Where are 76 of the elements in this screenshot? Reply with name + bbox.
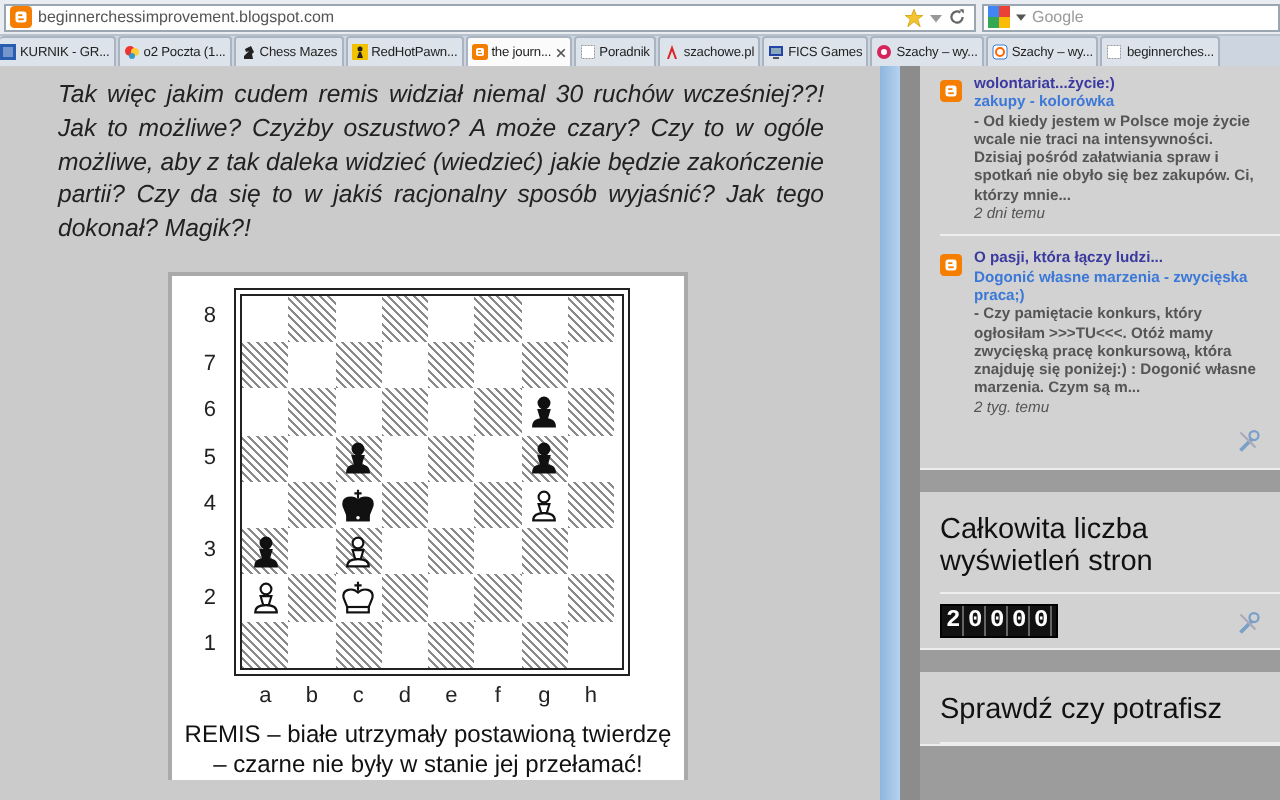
file-label: b — [303, 683, 320, 708]
hatched-square — [288, 388, 335, 436]
rank-label: 4 — [201, 489, 218, 520]
caret-icon[interactable] — [1016, 12, 1026, 22]
hatched-square — [288, 481, 335, 529]
close-icon[interactable] — [555, 47, 566, 57]
circle-icon — [876, 44, 893, 60]
reload-icon[interactable] — [948, 8, 966, 26]
hatched-square — [474, 388, 521, 436]
star-icon[interactable] — [904, 7, 924, 27]
hatched-square — [288, 574, 335, 622]
file-label: h — [582, 683, 599, 708]
hatched-square — [242, 621, 289, 668]
hatched-square — [567, 481, 614, 529]
hatched-square — [428, 342, 475, 389]
address-bar[interactable]: beginnerchessimprovement.blogspot.com — [4, 3, 976, 31]
hatched-square — [428, 528, 475, 575]
hatched-square — [381, 388, 428, 436]
hatched-square — [242, 435, 289, 482]
hatched-square — [288, 295, 335, 343]
file-label: g — [536, 683, 553, 708]
hatched-square — [567, 295, 614, 343]
blogger-icon — [10, 6, 32, 28]
king-icon — [338, 580, 379, 617]
dropdown-icon[interactable] — [930, 11, 942, 23]
hatched-square — [474, 574, 521, 622]
hatched-square — [567, 574, 614, 622]
page-icon — [579, 44, 596, 60]
blogger-icon — [471, 44, 488, 60]
hatched-square — [428, 435, 475, 482]
rank-label: 2 — [201, 583, 218, 614]
hatched-square — [381, 481, 428, 529]
view-counter: 20000 — [940, 604, 1059, 639]
rank-label: 8 — [201, 302, 218, 333]
ring-icon — [991, 44, 1008, 60]
file-label: f — [492, 683, 503, 708]
tile-icon — [0, 44, 16, 60]
flower-icon — [123, 44, 140, 60]
hatched-square — [474, 481, 521, 529]
widget-title: Sprawdź czy potrafisz — [940, 680, 1280, 744]
tools-icon[interactable] — [1236, 428, 1260, 453]
hatched-square — [242, 342, 289, 389]
monitor-icon — [768, 44, 785, 60]
rank-label: 1 — [201, 630, 218, 661]
post-paragraph: Tak więc jakim cudem remis widział niemal 30 ruchów wcześniej??! Jak to możliwe? Czyżby oszustwo? A może czary? Czy to w ogóle możliwe, aby z tak daleka widzieć (wiedzieć) jakie będzie zakończenie partii? Czy da się to w jakiś racjonalny sposób wyjaśnić? Jak tego dokonał? Magik?! — [58, 78, 824, 246]
diagram-caption: REMIS – białe utrzymały postawioną twierdzę – czarne nie były w stanie jej przełamać! — [182, 719, 674, 780]
search-box[interactable]: Google — [982, 3, 1280, 31]
rank-label: 5 — [201, 443, 218, 474]
hatched-square — [381, 574, 428, 622]
rank-label: 6 — [201, 396, 218, 427]
blogger-icon — [940, 80, 962, 102]
page-icon — [1106, 44, 1123, 60]
pawn-icon — [351, 44, 368, 60]
figure-icon — [663, 44, 680, 60]
rank-label: 3 — [201, 536, 218, 567]
hatched-square — [381, 295, 428, 343]
king-icon — [338, 487, 379, 524]
url-field[interactable]: beginnerchessimprovement.blogspot.com — [38, 8, 898, 26]
tools-icon[interactable] — [1236, 609, 1260, 634]
hatched-square — [474, 295, 521, 343]
file-label: a — [257, 683, 274, 708]
search-field[interactable]: Google — [1032, 8, 1274, 26]
hatched-square — [428, 621, 475, 668]
hatched-square — [335, 621, 382, 668]
hatched-square — [521, 528, 568, 575]
widget-title: Całkowita liczba wyświetleń stron — [940, 500, 1280, 595]
hatched-square — [567, 388, 614, 436]
hatched-square — [521, 621, 568, 668]
file-label: e — [443, 683, 460, 708]
rank-label: 7 — [201, 349, 218, 380]
file-label: d — [396, 683, 413, 708]
blogger-icon — [940, 254, 962, 277]
hatched-square — [335, 342, 382, 389]
file-label: c — [350, 683, 366, 708]
hatched-square — [521, 342, 568, 389]
knight-icon — [239, 44, 256, 60]
